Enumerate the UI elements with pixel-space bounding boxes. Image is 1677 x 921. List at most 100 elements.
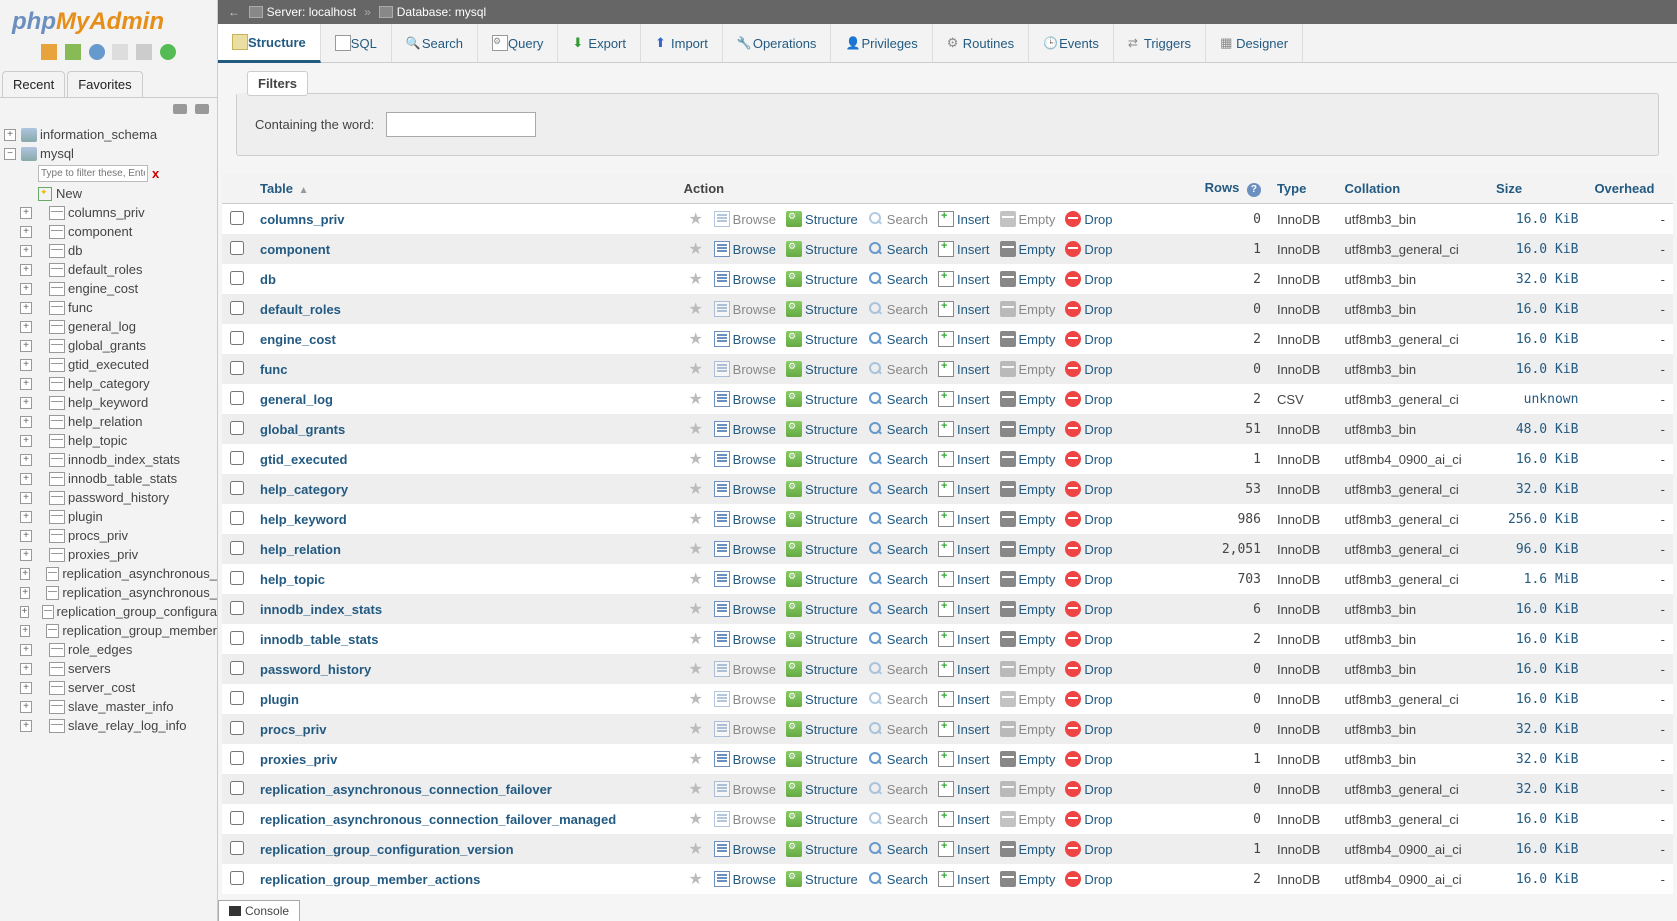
expand-icon[interactable]: + (20, 207, 32, 219)
table-name-link[interactable]: replication_asynchronous_connection_fail… (260, 782, 552, 797)
nav-tab-query[interactable]: Query (478, 24, 558, 62)
tree-table[interactable]: +innodb_index_stats (4, 450, 217, 469)
insert-link[interactable]: Insert (934, 269, 994, 289)
drop-link[interactable]: Drop (1061, 359, 1116, 379)
link-icon[interactable] (195, 104, 209, 114)
browse-link[interactable]: Browse (710, 689, 780, 709)
insert-link[interactable]: Insert (934, 539, 994, 559)
search-link[interactable]: Search (864, 749, 932, 769)
tree-table[interactable]: +replication_group_configura (4, 602, 217, 621)
nav-tab-triggers[interactable]: Triggers (1114, 24, 1206, 62)
structure-link[interactable]: Structure (782, 359, 862, 379)
insert-link[interactable]: Insert (934, 359, 994, 379)
insert-link[interactable]: Insert (934, 809, 994, 829)
table-name-link[interactable]: proxies_priv (260, 752, 337, 767)
empty-link[interactable]: Empty (996, 659, 1060, 679)
empty-link[interactable]: Empty (996, 539, 1060, 559)
filter-input[interactable] (386, 112, 536, 137)
console-toggle[interactable]: Console (218, 900, 300, 921)
empty-link[interactable]: Empty (996, 299, 1060, 319)
docs-icon[interactable] (89, 44, 105, 60)
insert-link[interactable]: Insert (934, 749, 994, 769)
nav-settings-icon[interactable] (112, 44, 128, 60)
browse-link[interactable]: Browse (710, 809, 780, 829)
structure-link[interactable]: Structure (782, 299, 862, 319)
browse-link[interactable]: Browse (710, 569, 780, 589)
breadcrumb-server[interactable]: Server: localhost (267, 5, 356, 19)
structure-link[interactable]: Structure (782, 509, 862, 529)
favorite-star-icon[interactable]: ★ (684, 719, 708, 739)
favorite-star-icon[interactable]: ★ (684, 269, 708, 289)
nav-tab-search[interactable]: Search (392, 24, 478, 62)
tree-db-information-schema[interactable]: + information_schema (4, 125, 217, 144)
structure-link[interactable]: Structure (782, 809, 862, 829)
browse-link[interactable]: Browse (710, 839, 780, 859)
row-checkbox[interactable] (230, 481, 244, 495)
tree-table[interactable]: +columns_priv (4, 203, 217, 222)
nav-tab-structure[interactable]: Structure (218, 24, 321, 63)
browse-link[interactable]: Browse (710, 749, 780, 769)
browse-link[interactable]: Browse (710, 269, 780, 289)
tree-table[interactable]: +server_cost (4, 678, 217, 697)
table-name-link[interactable]: default_roles (260, 302, 341, 317)
row-checkbox[interactable] (230, 511, 244, 525)
insert-link[interactable]: Insert (934, 389, 994, 409)
table-name-link[interactable]: help_keyword (260, 512, 347, 527)
drop-link[interactable]: Drop (1061, 719, 1116, 739)
tree-table[interactable]: +help_keyword (4, 393, 217, 412)
insert-link[interactable]: Insert (934, 419, 994, 439)
drop-link[interactable]: Drop (1061, 809, 1116, 829)
table-name-link[interactable]: db (260, 272, 276, 287)
tree-table[interactable]: +slave_master_info (4, 697, 217, 716)
favorite-star-icon[interactable]: ★ (684, 599, 708, 619)
empty-link[interactable]: Empty (996, 779, 1060, 799)
nav-tab-sql[interactable]: SQL (321, 24, 392, 62)
table-name-link[interactable]: global_grants (260, 422, 345, 437)
empty-link[interactable]: Empty (996, 749, 1060, 769)
expand-icon[interactable]: + (20, 397, 32, 409)
structure-link[interactable]: Structure (782, 779, 862, 799)
tree-table[interactable]: +replication_asynchronous_ (4, 564, 217, 583)
row-checkbox[interactable] (230, 451, 244, 465)
browse-link[interactable]: Browse (710, 659, 780, 679)
favorite-star-icon[interactable]: ★ (684, 809, 708, 829)
search-link[interactable]: Search (864, 449, 932, 469)
drop-link[interactable]: Drop (1061, 869, 1116, 889)
home-icon[interactable] (41, 44, 57, 60)
tree-table[interactable]: +help_relation (4, 412, 217, 431)
insert-link[interactable]: Insert (934, 659, 994, 679)
help-icon[interactable]: ? (1247, 183, 1261, 197)
empty-link[interactable]: Empty (996, 839, 1060, 859)
structure-link[interactable]: Structure (782, 839, 862, 859)
insert-link[interactable]: Insert (934, 629, 994, 649)
browse-link[interactable]: Browse (710, 239, 780, 259)
nav-tab-events[interactable]: Events (1029, 24, 1114, 62)
nav-tab-export[interactable]: Export (558, 24, 641, 62)
row-checkbox[interactable] (230, 721, 244, 735)
tree-filter-input[interactable] (38, 165, 148, 182)
browse-link[interactable]: Browse (710, 719, 780, 739)
col-check[interactable] (222, 174, 252, 204)
favorite-star-icon[interactable]: ★ (684, 779, 708, 799)
search-link[interactable]: Search (864, 539, 932, 559)
expand-icon[interactable]: + (20, 663, 32, 675)
logout-icon[interactable] (65, 44, 81, 60)
insert-link[interactable]: Insert (934, 719, 994, 739)
drop-link[interactable]: Drop (1061, 569, 1116, 589)
table-name-link[interactable]: func (260, 362, 287, 377)
structure-link[interactable]: Structure (782, 719, 862, 739)
tree-table[interactable]: +replication_asynchronous_ (4, 583, 217, 602)
tree-table[interactable]: +slave_relay_log_info (4, 716, 217, 735)
reload-nav-icon[interactable] (136, 44, 152, 60)
expand-icon[interactable]: + (20, 416, 32, 428)
insert-link[interactable]: Insert (934, 299, 994, 319)
expand-icon[interactable]: + (20, 264, 32, 276)
browse-link[interactable]: Browse (710, 449, 780, 469)
drop-link[interactable]: Drop (1061, 659, 1116, 679)
expand-icon[interactable]: + (20, 378, 32, 390)
tree-table[interactable]: +component (4, 222, 217, 241)
search-link[interactable]: Search (864, 239, 932, 259)
tree-table[interactable]: +gtid_executed (4, 355, 217, 374)
expand-icon[interactable]: + (20, 302, 32, 314)
expand-icon[interactable]: + (20, 245, 32, 257)
